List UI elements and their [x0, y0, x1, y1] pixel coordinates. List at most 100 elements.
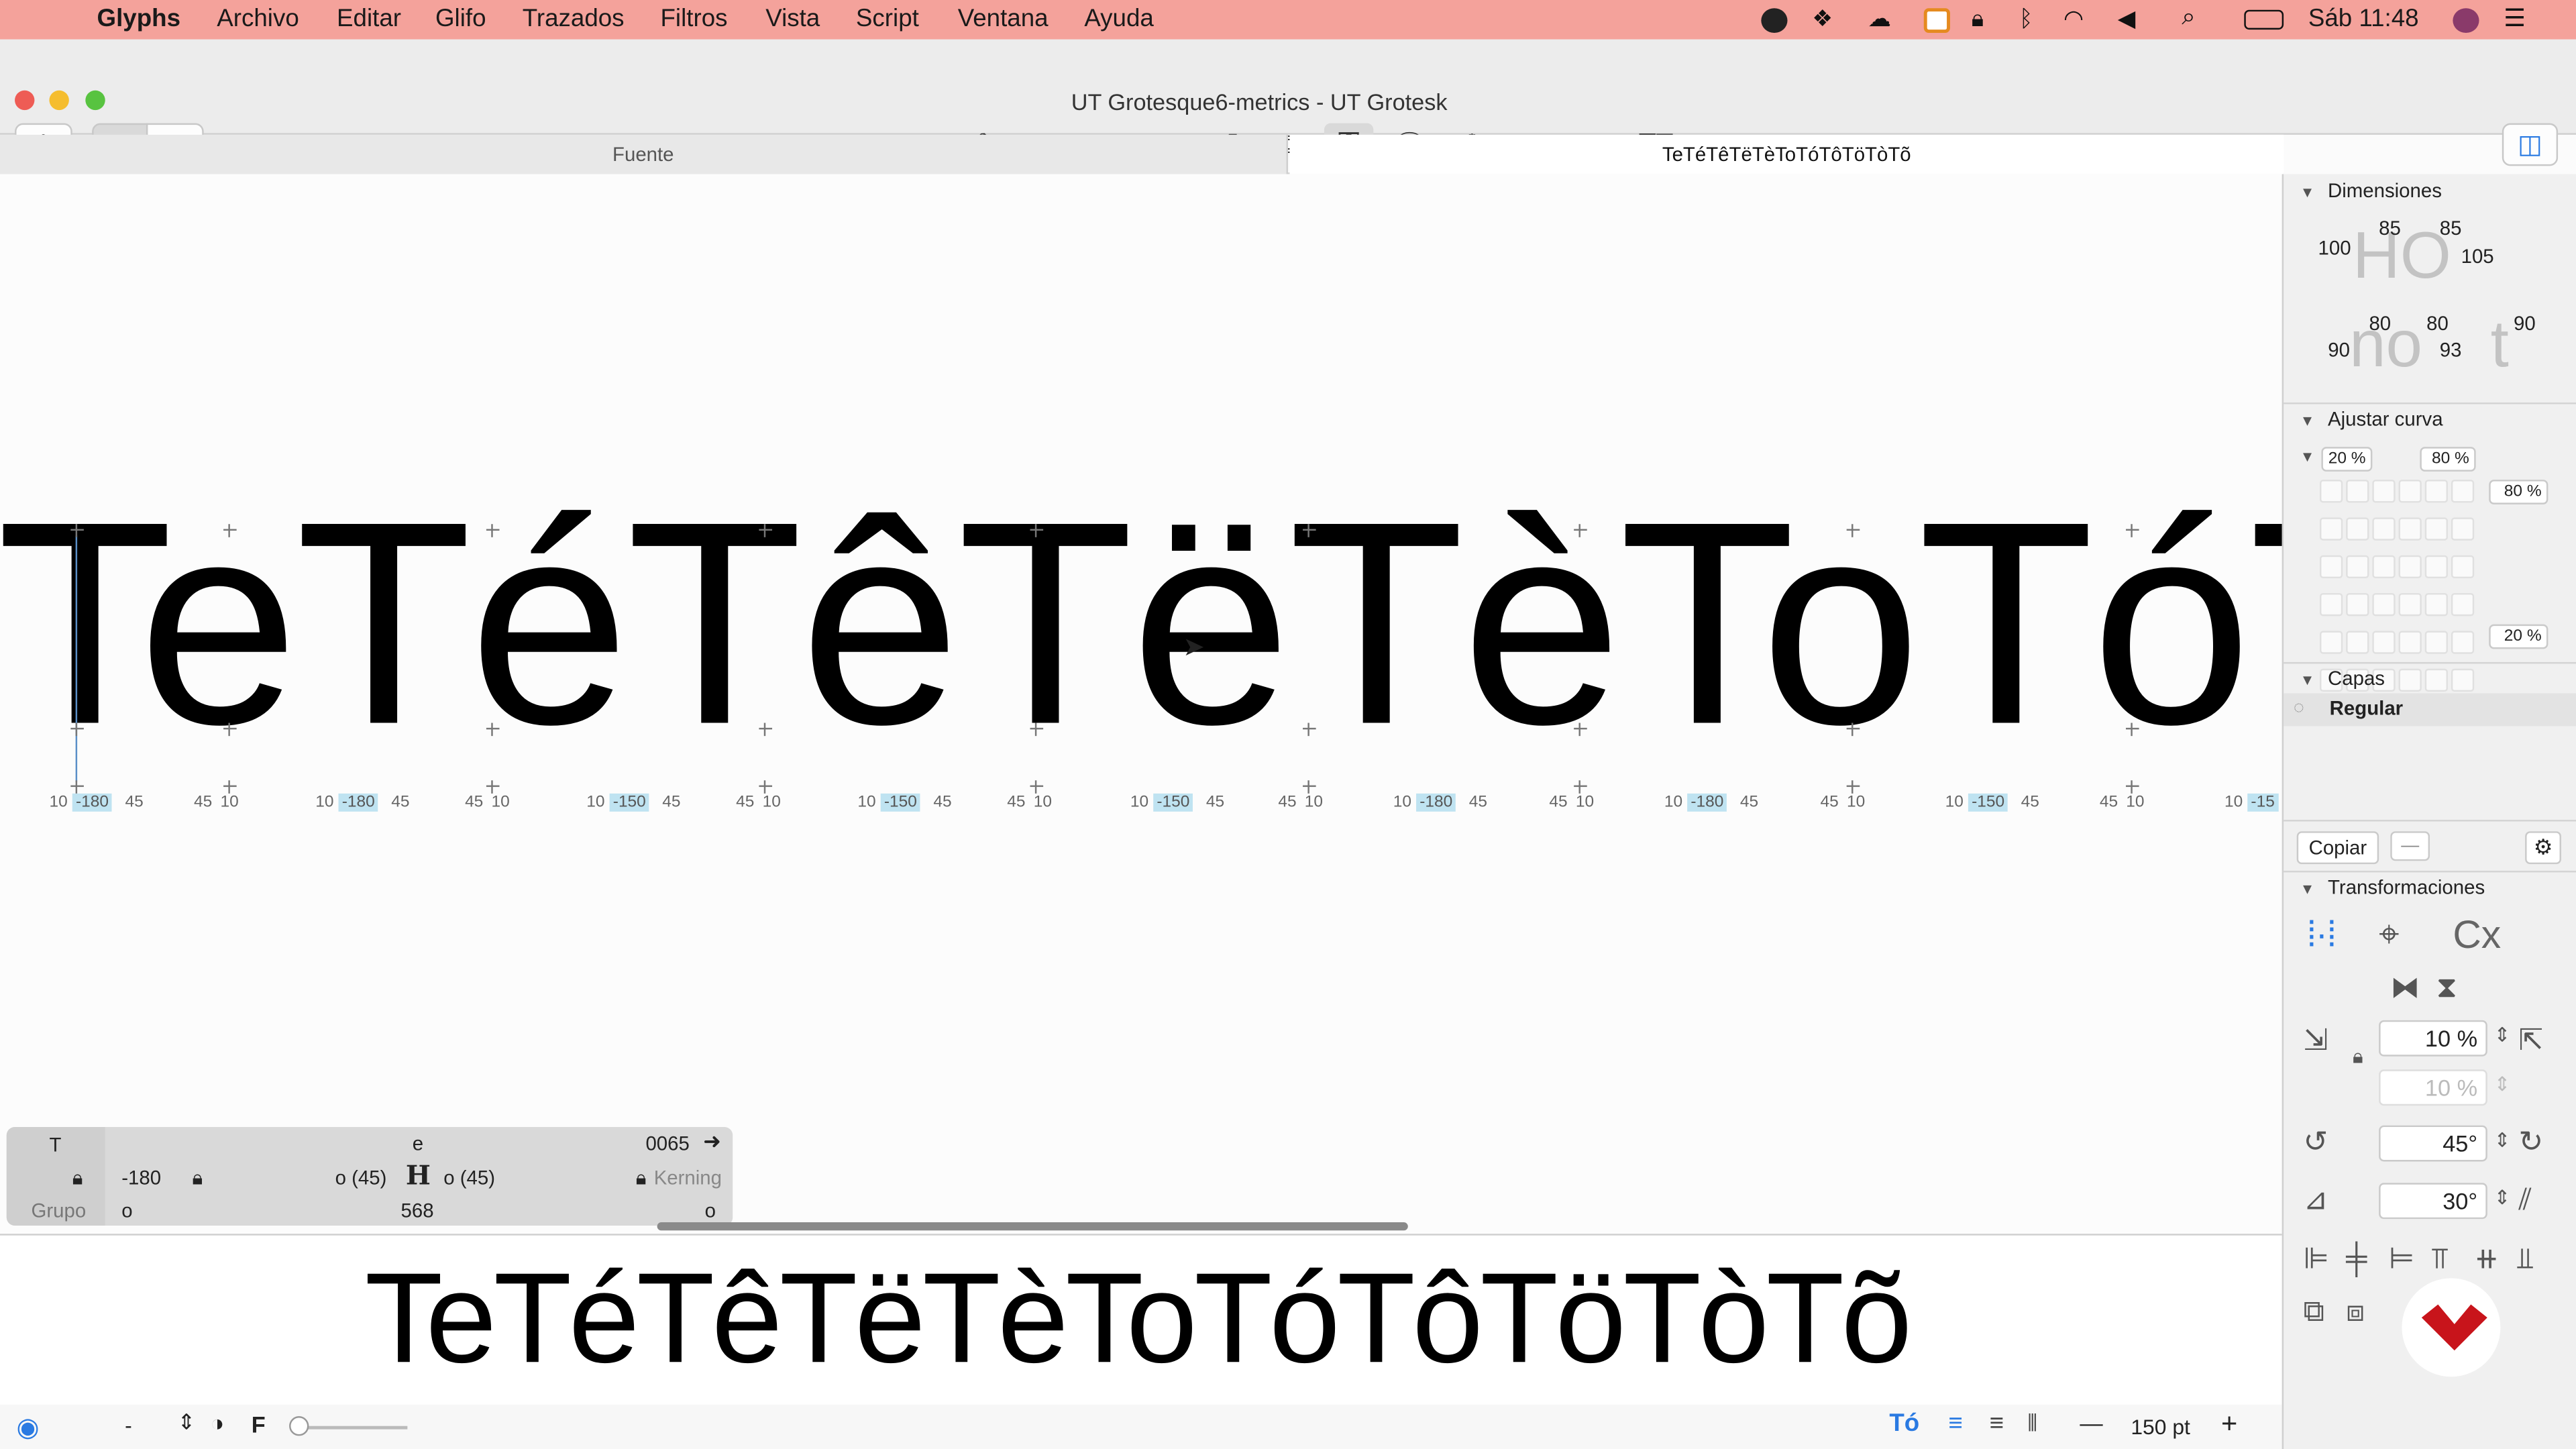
tab-font[interactable]: Fuente [0, 134, 1289, 174]
left-metric[interactable]: 45 [465, 794, 483, 812]
left-metric[interactable]: 10 [857, 794, 875, 812]
minimize-window-button[interactable] [49, 90, 69, 111]
align-left-icon[interactable]: ≡ [1949, 1409, 1963, 1438]
menu-app-name[interactable]: Glyphs [97, 5, 180, 33]
flip-vertical-icon[interactable]: ⧗ [2436, 971, 2457, 1005]
tab-text[interactable]: TeTéTêTëTèToTóTôTöTòTõ [1289, 134, 2284, 174]
menu-editar[interactable]: Editar [337, 5, 401, 33]
horizontal-scrollbar[interactable] [657, 1222, 1408, 1231]
right-metric[interactable]: 45 [933, 794, 951, 812]
align-bottom-icon[interactable]: ⫫ [2517, 1242, 2534, 1276]
metric-group[interactable]: 10 -150 45 [586, 793, 681, 812]
kerning-metric[interactable]: -15 [2247, 793, 2278, 812]
right-metric[interactable]: 45 [1206, 794, 1224, 812]
align-left-icon[interactable]: ⊫ [2303, 1242, 2328, 1276]
unicode-value[interactable]: 0065 [645, 1132, 689, 1155]
metric-group[interactable]: 45 10 [1278, 794, 1323, 812]
menu-script[interactable]: Script [856, 5, 919, 33]
right-metric[interactable]: 45 [1469, 794, 1487, 812]
metric-group[interactable]: 45 10 [1007, 794, 1052, 812]
scale-up-icon[interactable]: ⇱ [2518, 1024, 2543, 1058]
rotate-field[interactable]: 45° [2379, 1125, 2487, 1162]
menu-trazados[interactable]: Trazados [523, 5, 625, 33]
zoom-window-button[interactable] [85, 90, 105, 111]
kerning-metric[interactable]: -150 [880, 793, 920, 812]
kerning-metric[interactable]: -180 [338, 793, 378, 812]
left-metric[interactable]: 10 [2224, 794, 2243, 812]
metric-group[interactable]: 10 -180 45 [49, 793, 144, 812]
left-metric[interactable]: 10 [586, 794, 604, 812]
curve-header[interactable]: Ajustar curva [2300, 407, 2443, 430]
align-right-icon[interactable]: ⊨ [2389, 1242, 2414, 1276]
lock-icon[interactable]: 🔒︎ [2353, 1045, 2363, 1070]
clock[interactable]: Sáb 11:48 [2308, 5, 2419, 33]
stepper-icon[interactable]: ⇕ [2494, 1024, 2511, 1046]
subtract-icon[interactable]: ⧈ [2346, 1295, 2365, 1329]
metric-group[interactable]: 10 -150 45 [1130, 793, 1224, 812]
left-metric[interactable]: 45 [1820, 794, 1838, 812]
kerning-metric[interactable]: -180 [1416, 793, 1456, 812]
text-direction-icon[interactable]: Tó [1889, 1409, 1919, 1438]
glyph-name[interactable]: e [413, 1132, 423, 1155]
metric-group[interactable]: 10 -150 45 [1945, 793, 2039, 812]
eye-icon[interactable]: ◉ [16, 1411, 39, 1444]
layer-row[interactable] [2284, 693, 2576, 727]
right-metric[interactable]: 10 [1305, 794, 1323, 812]
lock-icon[interactable]: 🔒︎ [636, 1167, 647, 1191]
scale-down-icon[interactable]: ⇲ [2303, 1024, 2328, 1058]
stepper-icon[interactable]: ⇕ [2494, 1073, 2511, 1095]
remove-layer-button[interactable]: — [2390, 831, 2430, 861]
gear-icon[interactable]: ⚙ [2525, 831, 2561, 865]
zoom-level[interactable]: 150 pt [2131, 1415, 2190, 1440]
layer-regular[interactable]: Regular [2330, 696, 2403, 719]
metric-group[interactable]: 10 -180 45 [1664, 793, 1758, 812]
align-center-icon[interactable]: ╪ [2346, 1242, 2367, 1276]
group-right[interactable]: o [705, 1199, 716, 1222]
dim-n-stem[interactable]: 80 [2369, 312, 2391, 335]
layers-header[interactable]: Capas [2300, 667, 2385, 690]
curve-value-d[interactable]: 20 % [2489, 624, 2548, 649]
dim-o-lower-stem[interactable]: 80 [2426, 312, 2449, 335]
close-window-button[interactable] [15, 90, 35, 111]
metric-group[interactable]: 10 -180 45 [1393, 793, 1487, 812]
volume-icon[interactable]: ◀ [2118, 5, 2144, 31]
menu-ayuda[interactable]: Ayuda [1084, 5, 1154, 33]
align-right-icon[interactable]: ≡ [1990, 1409, 2004, 1438]
menu-archivo[interactable]: Archivo [217, 5, 299, 33]
layer-eye-icon[interactable]: ◌ [2294, 698, 2304, 718]
scale-x-field[interactable]: 10 % [2379, 1020, 2487, 1057]
left-metric[interactable]: 45 [1278, 794, 1296, 812]
dim-h-width[interactable]: 100 [2318, 237, 2351, 260]
lock-icon[interactable]: 🔒︎ [72, 1167, 83, 1191]
stepper-icon[interactable]: ⇕ [2494, 1128, 2511, 1151]
menu-ventana[interactable]: Ventana [958, 5, 1049, 33]
metric-group[interactable]: 10 -15 [2224, 793, 2278, 812]
left-sidebearing[interactable]: o (45) [335, 1167, 387, 1189]
master-dash[interactable]: - [125, 1413, 132, 1438]
lock-icon[interactable]: 🔒︎ [193, 1167, 203, 1191]
slant-field[interactable]: 30° [2379, 1183, 2487, 1220]
dim-o-lower-width[interactable]: 93 [2440, 338, 2462, 361]
metric-group[interactable]: 45 10 [1820, 794, 1865, 812]
left-metric[interactable]: 45 [736, 794, 754, 812]
right-metric[interactable]: 45 [662, 794, 680, 812]
metric-group[interactable]: 45 10 [194, 794, 239, 812]
curve-value-b[interactable]: 80 % [2420, 447, 2476, 472]
origin-center-icon[interactable]: ⌖ [2379, 914, 2399, 957]
metric-group[interactable]: 10 -150 45 [857, 793, 952, 812]
creative-cloud-icon[interactable]: ☁ [1868, 5, 1894, 31]
metric-group[interactable]: 45 10 [465, 794, 510, 812]
left-metric[interactable]: 10 [1664, 794, 1682, 812]
kerning-value[interactable]: -180 [121, 1167, 161, 1189]
right-sidebearing[interactable]: o (45) [443, 1167, 495, 1189]
right-metric[interactable]: 45 [1740, 794, 1758, 812]
record-icon[interactable] [1761, 8, 1788, 33]
left-metric[interactable]: 45 [194, 794, 212, 812]
left-metric[interactable]: 10 [1130, 794, 1148, 812]
left-metric[interactable]: 10 [49, 794, 67, 812]
bluetooth-icon[interactable]: ᛒ [2019, 5, 2045, 31]
right-metric[interactable]: 10 [1847, 794, 1865, 812]
notes-icon[interactable] [1923, 8, 1950, 33]
align-top-icon[interactable]: ⫪ [2432, 1242, 2449, 1276]
zoom-in-button[interactable]: + [2221, 1408, 2237, 1441]
